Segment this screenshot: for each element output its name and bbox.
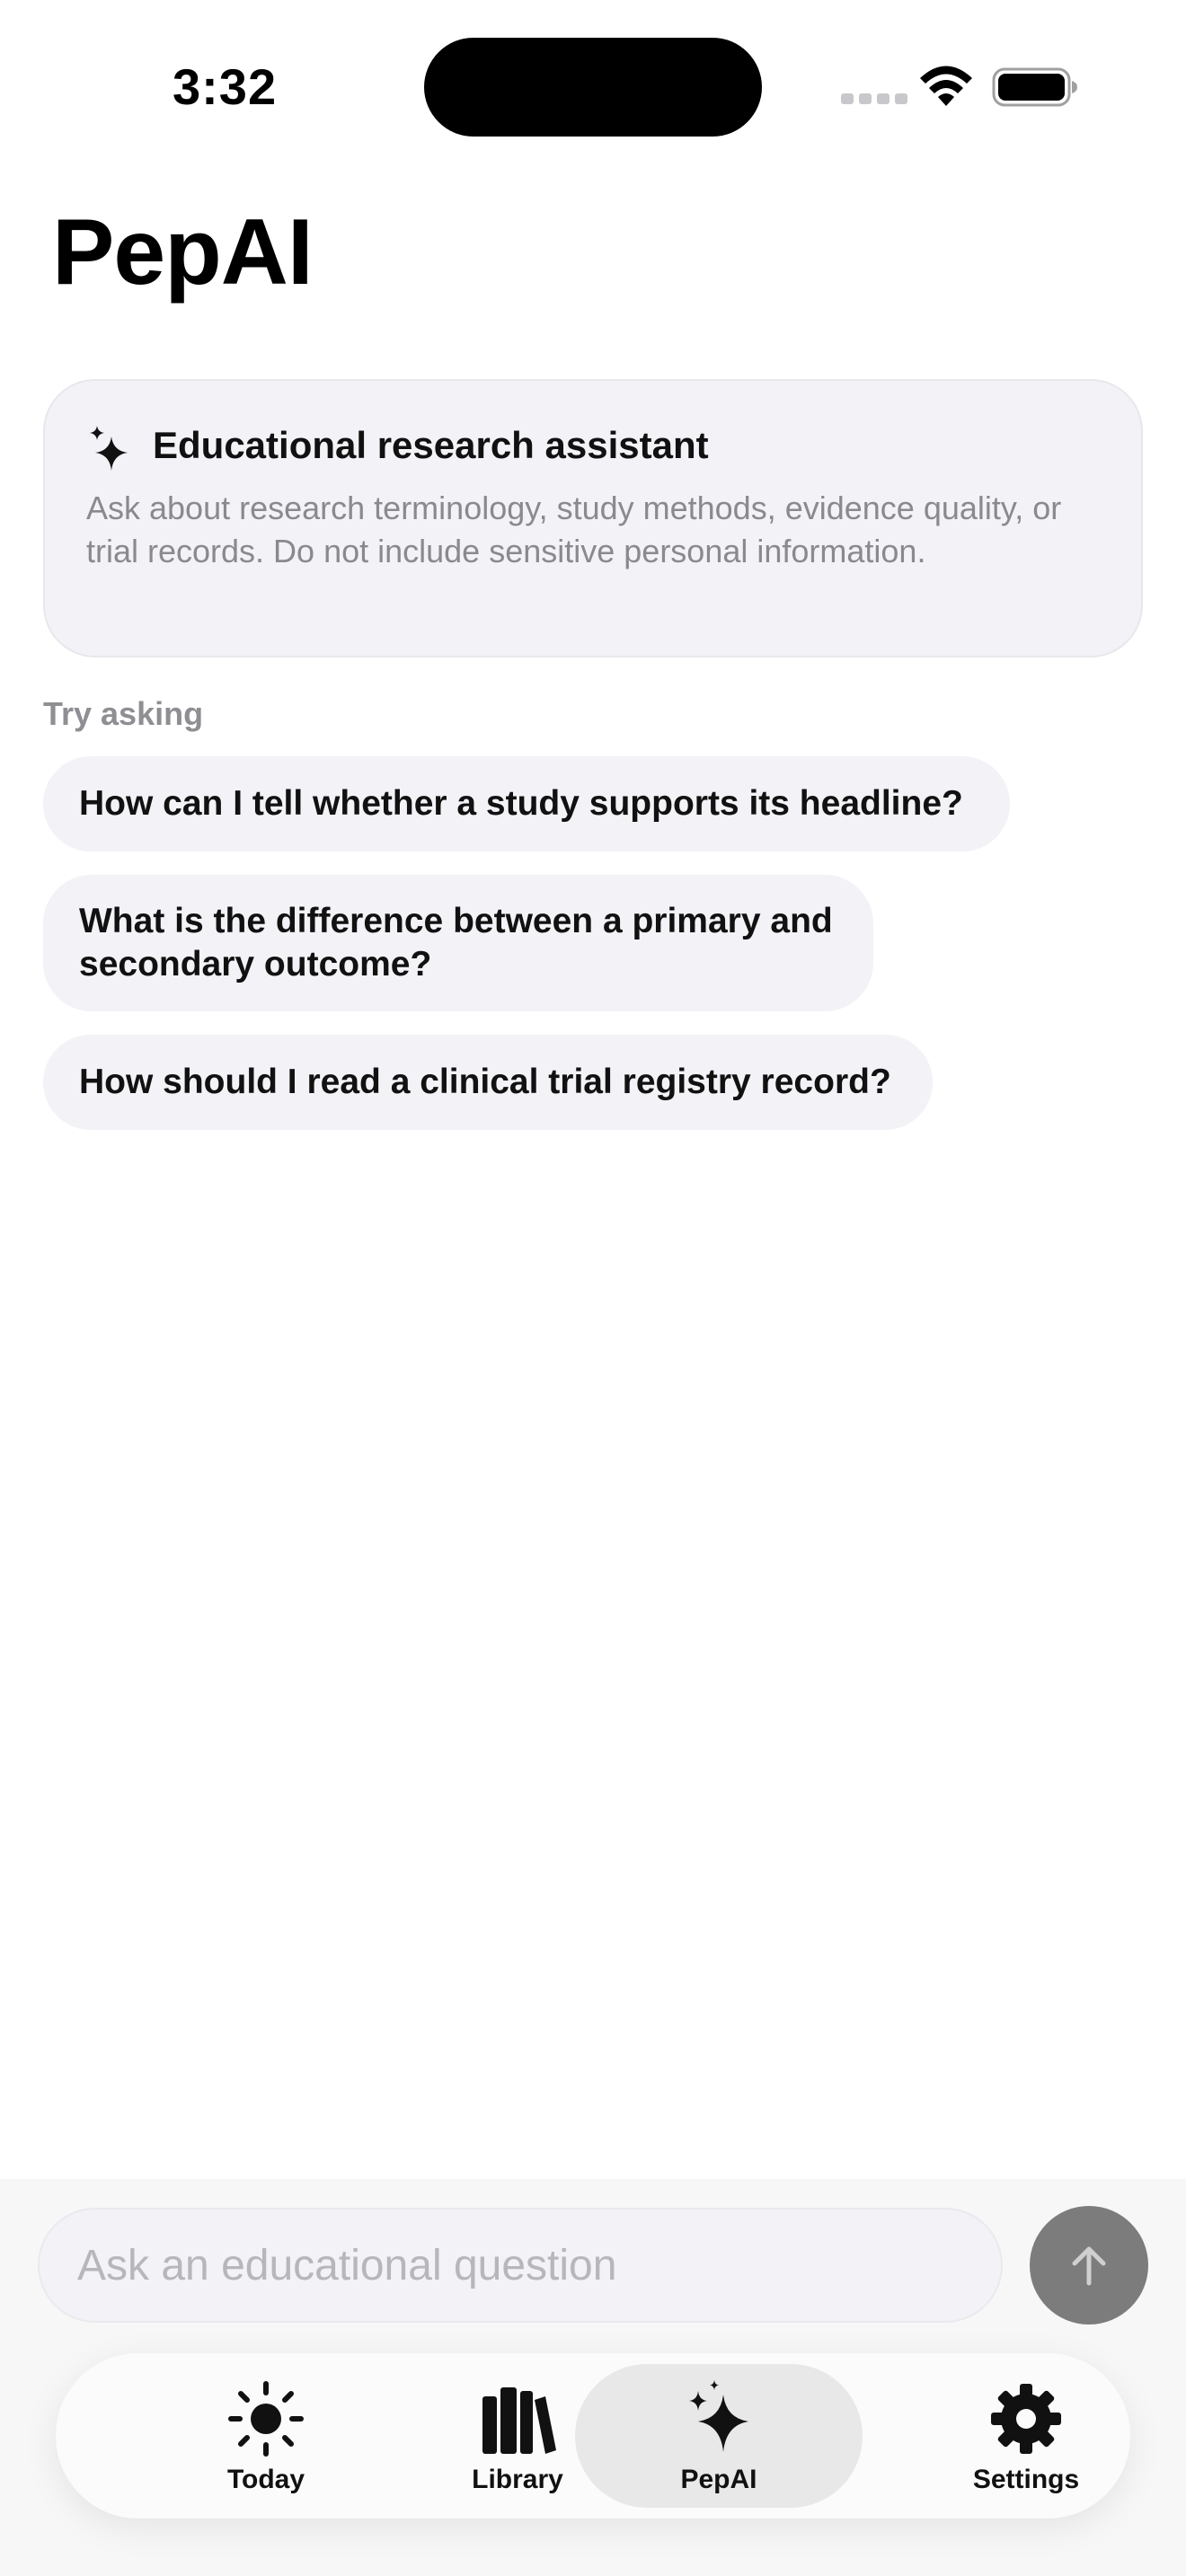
info-card-title: Educational research assistant bbox=[153, 424, 709, 466]
battery-icon bbox=[992, 67, 1077, 107]
gear-icon bbox=[991, 2384, 1061, 2454]
wifi-icon bbox=[920, 66, 972, 106]
assistant-info-card: Educational research assistant Ask about… bbox=[43, 379, 1143, 657]
info-card-description: Ask about research terminology, study me… bbox=[86, 490, 1062, 569]
dynamic-island bbox=[424, 38, 762, 137]
tab-label: Library bbox=[472, 2465, 563, 2494]
suggestion-chip[interactable]: How can I tell whether a study supports … bbox=[43, 756, 1010, 851]
sparkles-icon bbox=[689, 2380, 748, 2452]
status-bar: 3:32 bbox=[0, 0, 1186, 171]
status-time: 3:32 bbox=[173, 58, 278, 115]
cellular-signal-icon bbox=[841, 93, 907, 104]
tab-label: PepAI bbox=[680, 2465, 757, 2494]
tab-label: Settings bbox=[972, 2465, 1080, 2494]
arrow-up-icon bbox=[1072, 2246, 1106, 2286]
page-title: PepAI bbox=[52, 200, 314, 304]
tab-today[interactable]: Today bbox=[122, 2364, 410, 2508]
suggestion-chip[interactable]: How should I read a clinical trial regis… bbox=[43, 1035, 933, 1130]
tab-bar: Today Library PepAI Settings bbox=[56, 2353, 1130, 2519]
sun-icon bbox=[228, 2381, 304, 2457]
tab-label: Today bbox=[226, 2465, 305, 2494]
books-icon bbox=[482, 2387, 556, 2454]
sparkles-icon bbox=[90, 426, 128, 471]
tab-pepai[interactable]: PepAI bbox=[575, 2364, 863, 2508]
suggestion-chip[interactable]: What is the difference between a primary… bbox=[43, 875, 873, 1011]
tab-settings[interactable]: Settings bbox=[882, 2364, 1170, 2508]
send-button[interactable] bbox=[1030, 2206, 1148, 2325]
try-asking-label: Try asking bbox=[43, 695, 204, 732]
question-input[interactable]: Ask an educational question bbox=[38, 2208, 1003, 2323]
